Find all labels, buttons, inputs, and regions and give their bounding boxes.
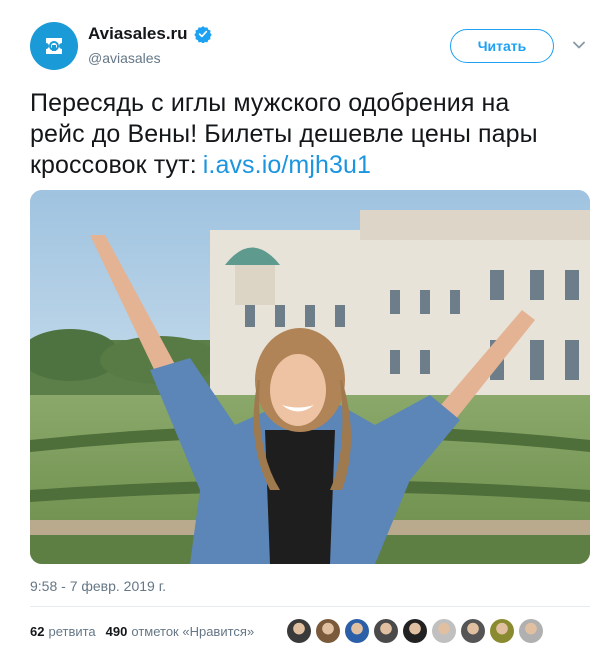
divider: [30, 606, 590, 607]
liker-avatar[interactable]: [403, 619, 427, 643]
likes-count[interactable]: 490: [106, 624, 128, 639]
liker-avatar[interactable]: [374, 619, 398, 643]
tweet-text-line: кроссовок тут: i.avs.io/mjh3u1: [30, 150, 575, 181]
follow-button[interactable]: Читать: [450, 29, 554, 63]
liker-avatar[interactable]: [461, 619, 485, 643]
tweet-stats: 62 ретвита 490 отметок «Нравится»: [30, 624, 254, 639]
liker-avatar[interactable]: [519, 619, 543, 643]
tweet-link[interactable]: i.avs.io/mjh3u1: [203, 151, 371, 179]
liker-avatar[interactable]: [345, 619, 369, 643]
liker-avatars: [287, 619, 543, 643]
liker-avatar[interactable]: [432, 619, 456, 643]
verified-badge-icon: [193, 26, 212, 43]
liker-avatar[interactable]: [287, 619, 311, 643]
tweet-text: Пересядь с иглы мужского одобрения на ре…: [30, 88, 575, 181]
tweet-timestamp[interactable]: 9:58 - 7 февр. 2019 г.: [30, 578, 166, 594]
author-handle[interactable]: @aviasales: [88, 50, 212, 66]
tweet-text-line: рейс до Вены! Билеты дешевле цены пары: [30, 120, 538, 148]
tweet-text-fragment: кроссовок тут:: [30, 151, 197, 179]
retweets-label[interactable]: ретвита: [48, 624, 95, 639]
avatar[interactable]: [30, 22, 78, 70]
tweet-photo[interactable]: [30, 190, 590, 564]
author-block: Aviasales.ru @aviasales: [88, 24, 212, 66]
photo-woman-belvedere-palace: [30, 190, 590, 564]
liker-avatar[interactable]: [316, 619, 340, 643]
retweets-count[interactable]: 62: [30, 624, 44, 639]
aviasales-logo-icon: [46, 38, 62, 54]
likes-label[interactable]: отметок «Нравится»: [131, 624, 254, 639]
tweet-text-line: Пересядь с иглы мужского одобрения на: [30, 89, 510, 117]
author-display-name[interactable]: Aviasales.ru: [88, 24, 188, 44]
tweet-card: Aviasales.ru @aviasales Читать Пересядь …: [0, 0, 600, 656]
chevron-down-icon[interactable]: [572, 38, 586, 52]
liker-avatar[interactable]: [490, 619, 514, 643]
